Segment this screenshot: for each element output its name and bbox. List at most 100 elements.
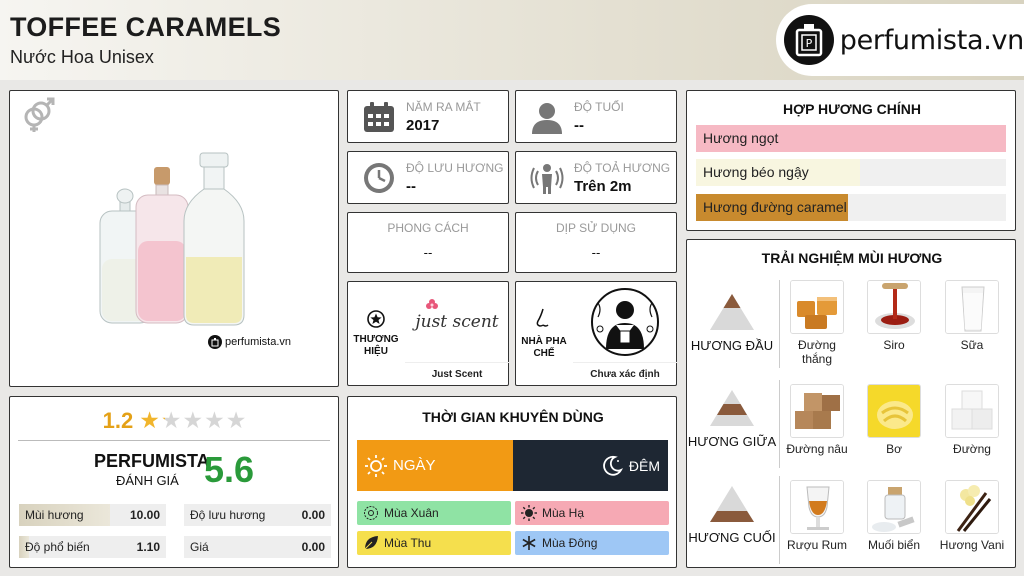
metric-scent: Mùi hương 10.00 [19,504,166,526]
perfumer-label-line2: CHẾ [533,347,555,359]
metric-label: Giá [190,540,209,554]
accord-label: Hương béo ngậy [703,164,809,180]
accord-bar: Hương béo ngậy [696,159,1006,186]
accord-label: Hương đường caramel [703,199,847,215]
note-label: Bơ [886,442,902,456]
metric-label: Độ phổ biến [25,540,90,554]
sun-icon [365,454,387,477]
note-label: Muối biển [867,538,921,552]
night-label: ĐÊM [628,457,660,474]
perfumer-portrait [573,282,677,362]
longevity-card: ĐỘ LƯU HƯƠNG -- [347,151,509,204]
occasion-card: DỊP SỬ DỤNG -- [515,212,677,273]
release-year-card: NĂM RA MẮT 2017 [347,90,509,143]
perfumer-name[interactable]: Chưa xác định [573,362,677,385]
longevity-value: -- [406,177,416,195]
star-icon[interactable]: ★ [226,407,248,433]
user-rating: 1.2 ★★★★★ [10,407,340,434]
note-label: Sữa [960,338,984,352]
note-milk[interactable]: Sữa [939,280,1005,352]
note-syrup[interactable]: Siro [861,280,927,352]
stage-label: HƯƠNG ĐẦU [690,338,774,353]
main-accords-card: HỢP HƯƠNG CHÍNH Hương ngọt Hương béo ngậ… [686,90,1016,231]
metric-label: Độ lưu hương [190,508,266,522]
brand-name[interactable]: Just Scent [405,362,509,385]
pyramid-top-icon [710,294,754,330]
rum-image [790,480,844,534]
metric-label: Mùi hương [25,508,84,522]
star-badge-icon [367,309,385,328]
star-icon[interactable]: ★ [182,407,204,433]
perfumer-side-label: NHÀ PHA CHẾ [516,282,572,385]
star-icon[interactable]: ★ [204,407,226,433]
perfumista-label: PERFUMISTA [94,451,210,471]
note-label: Rượu Rum [787,538,847,552]
occasion-label: DỊP SỬ DỤNG [555,221,637,235]
note-caramel[interactable]: Đường thắng [784,280,850,367]
scent-notes-title: TRẢI NGHIỆM MÙI HƯƠNG [761,250,943,266]
note-label: Đường [953,442,991,456]
flower-logo-icon [426,299,439,309]
pyramid-middle-icon [710,390,754,426]
watermark-logo-icon [208,335,222,349]
nose-icon [536,308,549,327]
perfumer-label-line1: NHÀ PHA [521,335,567,347]
day-label: NGÀY [393,457,436,474]
star-rating[interactable]: ★★★★★ [139,407,247,434]
sillage-label: ĐỘ TOẢ HƯƠNG [574,160,671,175]
night-indicator: ĐÊM [513,440,668,491]
release-year-value: 2017 [406,116,440,134]
middle-notes-stage: HƯƠNG GIỮA [687,388,777,449]
season-spring: Mùa Xuân [357,501,511,525]
star-icon[interactable]: ★ [139,407,161,433]
note-sea-salt[interactable]: Muối biển [861,480,927,552]
perfumista-score-box: PERFUMISTA ĐÁNH GIÁ 5.6 [94,449,264,493]
metric-value: 10.00 [129,508,160,522]
sugar-image [945,384,999,438]
sea-salt-image [867,480,921,534]
note-butter[interactable]: Bơ [861,384,927,456]
main-accords-title: HỢP HƯƠNG CHÍNH [783,101,921,117]
recommended-time-title: THỜI GIAN KHUYÊN DÙNG [422,409,604,425]
sillage-icon [530,163,564,194]
sillage-value: Trên 2m [574,177,632,195]
note-brown-sugar[interactable]: Đường nâu [784,384,850,456]
page-subtitle: Nước Hoa Unisex [10,47,154,67]
butter-image [867,384,921,438]
age-label: ĐỘ TUỔI [574,99,624,114]
caramel-image [790,280,844,334]
header: TOFFEE CARAMELS Nước Hoa Unisex P perfum… [0,0,1024,80]
clock-icon [364,162,394,193]
style-value: -- [423,245,433,260]
perfumer-card[interactable]: NHÀ PHA CHẾ Chưa xác định [515,281,677,386]
accord-bar: Hương ngọt [696,125,1006,152]
brand-side-label: THƯƠNG HIỆU [348,282,404,385]
rating-score: 1.2 [102,407,134,433]
season-summer: Mùa Hạ [515,501,669,525]
brand-logo-image: just scent [405,282,509,362]
star-icon[interactable]: ★ [161,407,183,433]
note-vanilla[interactable]: Hương Vani [939,480,1005,552]
recommended-time-card: THỜI GIAN KHUYÊN DÙNG NGÀY ĐÊM Mùa Xuân … [347,396,677,568]
divider [779,380,780,468]
brown-sugar-image [790,384,844,438]
season-autumn: Mùa Thu [357,531,511,555]
person-icon [532,102,562,134]
metric-value: 0.00 [301,508,325,522]
brand-logo[interactable]: P perfumista.vn [776,4,1024,76]
metric-value: 1.10 [136,540,160,554]
milk-image [945,280,999,334]
occasion-value: -- [591,245,601,260]
metric-popularity: Độ phổ biến 1.10 [19,536,166,558]
page-title: TOFFEE CARAMELS [10,12,282,42]
note-rum[interactable]: Rượu Rum [784,480,850,552]
sun-icon [521,505,537,521]
accord-bar: Hương đường caramel [696,194,1006,221]
sillage-card: ĐỘ TOẢ HƯƠNG Trên 2m [515,151,677,204]
watermark-text: perfumista.vn [225,336,292,348]
svg-text:P: P [806,37,813,50]
brand-label-line2: HIỆU [364,345,388,357]
brand-card[interactable]: THƯƠNG HIỆU just scent Just Scent [347,281,509,386]
note-sugar[interactable]: Đường [939,384,1005,456]
gender-unisex-icon [20,97,56,138]
